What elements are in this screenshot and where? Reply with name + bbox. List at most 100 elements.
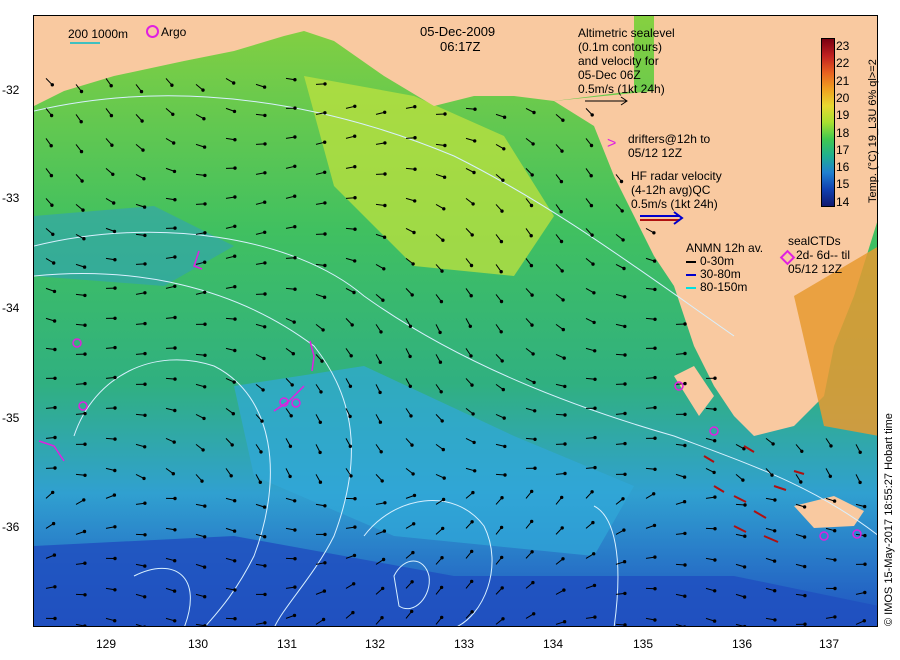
velocity-arrow-head (109, 113, 114, 118)
velocity-arrow-head (143, 321, 147, 326)
velocity-arrow-head (589, 143, 594, 148)
velocity-arrow-head (233, 254, 237, 258)
velocity-arrow-head (623, 324, 627, 329)
velocity-arrow-head (529, 234, 533, 238)
velocity-arrow-head (561, 557, 565, 561)
velocity-arrow-head (682, 500, 687, 504)
map-canvas (34, 16, 877, 626)
velocity-arrow-head (203, 624, 207, 626)
velocity-arrow-head (319, 390, 323, 394)
velocity-arrow-head (410, 609, 414, 614)
velocity-arrow-head (653, 555, 657, 559)
velocity-arrow-head (113, 345, 117, 350)
velocity-arrow-head (529, 203, 534, 208)
velocity-arrow-head (293, 135, 297, 139)
velocity-arrow-head (441, 447, 445, 452)
velocity-arrow-head (592, 583, 597, 588)
drifters-line: drifters@12h to (628, 132, 711, 146)
velocity-arrow-head (530, 519, 534, 524)
sealctd-line: 2d- 6d-- til (796, 248, 851, 262)
velocity-arrow-head (353, 497, 357, 501)
velocity-arrow-head (828, 474, 832, 478)
velocity-arrow-head (382, 235, 387, 239)
velocity-arrow-head (141, 148, 145, 152)
velocity-arrow-head (593, 377, 597, 381)
velocity-arrow-head (348, 414, 352, 419)
velocity-arrow-head (532, 612, 536, 616)
velocity-arrow-head (499, 330, 503, 334)
velocity-arrow-head (562, 356, 566, 360)
velocity-arrow-head (53, 435, 57, 440)
velocity-arrow-head (233, 195, 237, 199)
velocity-arrow-head (263, 325, 267, 329)
velocity-arrow-head (653, 405, 657, 410)
velocity-arrow-head (321, 328, 325, 332)
x-tick-label: 130 (187, 637, 209, 651)
velocity-arrow-head (83, 381, 87, 386)
velocity-arrow-head (323, 232, 327, 236)
map-date: 05-Dec-2009 (420, 24, 496, 39)
velocity-arrow-head (143, 351, 147, 356)
velocity-arrow-head (713, 376, 717, 380)
velocity-arrow-head (203, 595, 207, 599)
velocity-arrow-head (592, 320, 596, 325)
velocity-arrow-head (353, 525, 357, 529)
velocity-arrow-head (713, 558, 717, 562)
velocity-arrow-head (532, 380, 536, 385)
velocity-arrow-head (292, 613, 297, 618)
velocity-arrow-head (560, 269, 564, 273)
colorbar-tick-label: 15 (836, 177, 850, 192)
velocity-arrow-head (682, 475, 687, 479)
velocity-arrow-head (470, 233, 474, 237)
velocity-arrow-head (201, 448, 205, 452)
velocity-arrow-head (203, 290, 207, 294)
velocity-arrow-head (653, 436, 657, 440)
velocity-arrow-head (623, 382, 627, 386)
velocity-arrow-head (683, 381, 687, 386)
velocity-arrow-head (348, 444, 352, 448)
velocity-arrow-head (713, 439, 717, 443)
velocity-arrow-head (530, 293, 534, 297)
colorbar-tick-label: 21 (836, 73, 850, 88)
drifters-line: 05/12 12Z (628, 146, 683, 160)
velocity-arrow-head (323, 170, 327, 175)
velocity-arrow-head (531, 142, 535, 146)
credit-text: © IMOS 15-May-2017 18:55:27 Hobart time (883, 413, 895, 626)
velocity-arrow-head (352, 553, 357, 558)
velocity-arrow-head (140, 119, 144, 123)
velocity-arrow-head (263, 292, 267, 296)
velocity-arrow-head (231, 412, 236, 416)
velocity-arrow-head (413, 167, 417, 171)
x-tick-label: 134 (542, 637, 564, 651)
anmn-legend-label: 30-80m (700, 267, 741, 281)
velocity-arrow-head (590, 113, 594, 117)
velocity-arrow-head (322, 295, 327, 299)
x-tick-label: 135 (632, 637, 654, 651)
velocity-arrow-head (592, 552, 596, 556)
velocity-arrow-head (80, 179, 84, 183)
velocity-arrow-head (173, 284, 177, 288)
velocity-arrow-head (619, 179, 624, 184)
velocity-arrow-head (560, 526, 564, 530)
velocity-arrow-head (562, 588, 566, 592)
velocity-arrow-head (623, 472, 627, 476)
velocity-arrow-head (143, 625, 146, 626)
velocity-arrow-head (82, 498, 86, 502)
velocity-arrow-head (233, 138, 237, 142)
velocity-arrow-head (113, 406, 117, 410)
anmn-title: ANMN 12h av. (686, 241, 764, 255)
velocity-arrow-head (293, 287, 297, 291)
velocity-arrow-head (560, 149, 564, 153)
velocity-arrow-head (173, 377, 177, 381)
velocity-arrow-head (533, 409, 537, 413)
sealctd-line: 05/12 12Z (788, 262, 843, 276)
colorbar-tick-label: 16 (836, 160, 850, 175)
velocity-arrow-head (773, 618, 777, 622)
velocity-arrow-head (863, 590, 867, 595)
velocity-arrow-head (743, 503, 747, 507)
velocity-arrow-head (172, 589, 177, 593)
velocity-arrow-head (203, 173, 207, 178)
velocity-arrow-head (741, 478, 745, 482)
velocity-arrow-head (622, 266, 626, 271)
velocity-arrow-head (589, 174, 593, 178)
